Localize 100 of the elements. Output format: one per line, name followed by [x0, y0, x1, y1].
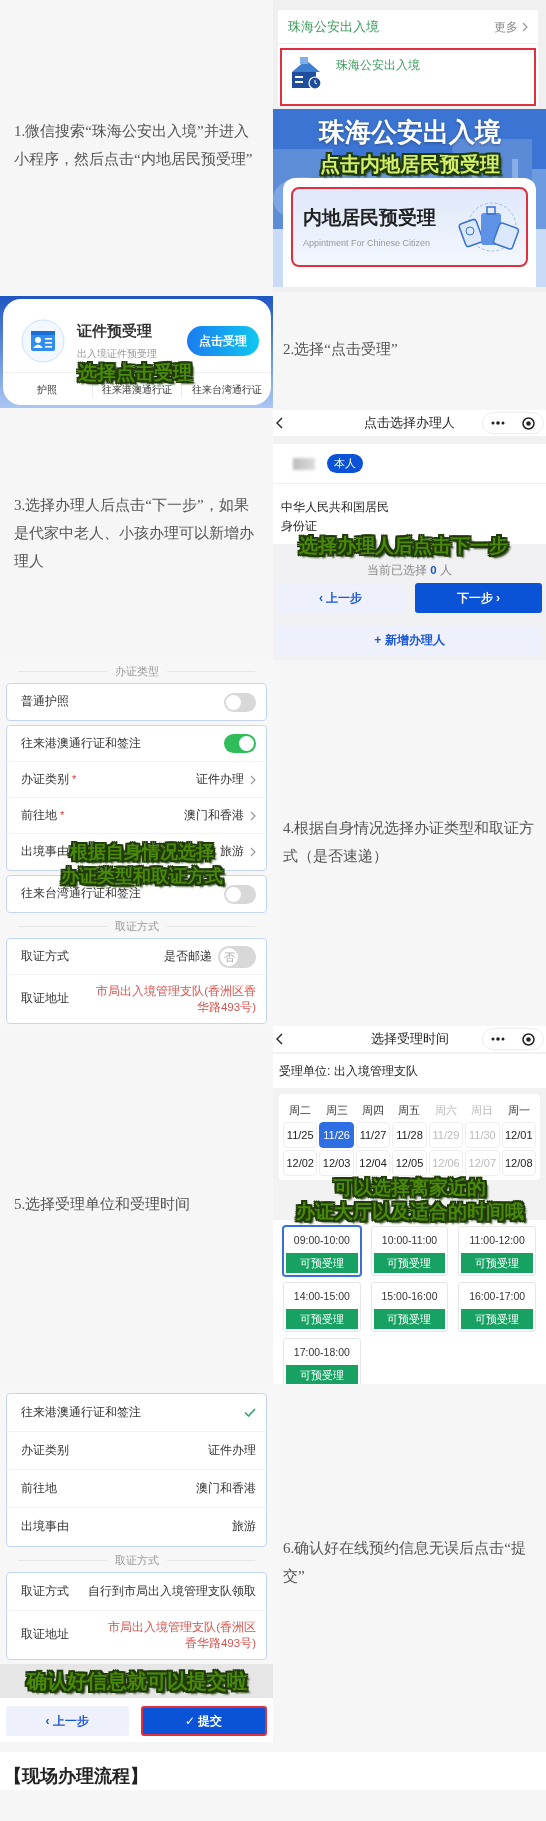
- slot-time: 15:00-16:00: [380, 1288, 439, 1304]
- time-slot[interactable]: 14:00-15:00 可预受理: [283, 1281, 361, 1332]
- caption-text: 根据自身情况选择: [70, 843, 214, 863]
- back-icon[interactable]: [275, 1033, 283, 1045]
- chevron-right-icon: [250, 847, 256, 857]
- field-value: 旅游: [232, 1519, 256, 1535]
- step-description: 4.根据自身情况选择办证类型和取证方式（是否速递）: [283, 819, 536, 866]
- select-field[interactable]: 证件办理: [196, 770, 256, 789]
- previous-button[interactable]: ‹ 上一步: [6, 1706, 129, 1736]
- self-tag: 本人: [327, 453, 363, 474]
- field-value: 证件办理: [208, 1442, 256, 1458]
- date-cell[interactable]: 12/01: [501, 1121, 536, 1148]
- card-subtitle: Appintment For Chinese Citizen: [303, 236, 432, 250]
- add-applicant-button[interactable]: + 新增办理人: [277, 624, 542, 655]
- date-cell[interactable]: 12/05: [392, 1149, 427, 1176]
- step-description: 5.选择受理单位和受理时间: [14, 1195, 191, 1215]
- date-cell[interactable]: 11/26: [319, 1121, 354, 1148]
- field-value: 澳门和香港: [196, 1480, 256, 1496]
- toggle-switch[interactable]: [224, 734, 256, 753]
- time-slot[interactable]: 10:00-11:00 可预受理: [370, 1225, 449, 1276]
- field-label: 办证类别: [21, 771, 69, 787]
- slot-time: 10:00-11:00: [380, 1232, 439, 1248]
- field-label: 往来港澳通行证和签注: [21, 1404, 141, 1420]
- caption-text: 办证类型和取证方式: [61, 867, 223, 887]
- slot-time: 14:00-15:00: [292, 1288, 351, 1304]
- slot-time: 16:00-17:00: [468, 1288, 527, 1304]
- toggle-switch[interactable]: [224, 884, 256, 904]
- unit-label: 受理单位: 出入境管理支队: [273, 1054, 546, 1088]
- search-result[interactable]: 珠海公安出入境: [280, 48, 536, 106]
- step-description: 3.选择办理人后点击“下一步”，如果是代家中老人、小孩办理可以新增办理人: [14, 496, 255, 571]
- chevron-right-icon: [250, 774, 256, 785]
- select-field[interactable]: 澳门和香港: [184, 806, 256, 825]
- weekday-label: 周四: [361, 1103, 386, 1118]
- weekday-label: 周六: [433, 1103, 458, 1118]
- field-label: 取证地址: [21, 991, 69, 1007]
- section-title: 珠海公安出入境: [288, 17, 379, 36]
- service-subtitle: 出入境证件预受理: [77, 346, 157, 361]
- date-cell[interactable]: 12/03: [319, 1149, 354, 1176]
- weekday-label: 周五: [397, 1103, 422, 1118]
- caption-text: 办证大厅以及适合的时间哦: [295, 1201, 524, 1223]
- service-card[interactable]: 内地居民预受理 Appintment For Chinese Citizen: [291, 187, 528, 267]
- card-title: 内地居民预受理: [303, 206, 436, 230]
- more-icon[interactable]: [491, 421, 506, 425]
- result-name[interactable]: 珠海公安出入境: [336, 56, 420, 98]
- previous-button[interactable]: ‹ 上一步: [277, 582, 405, 613]
- time-slot[interactable]: 15:00-16:00 可预受理: [370, 1281, 449, 1332]
- back-icon[interactable]: [275, 417, 283, 429]
- slot-time: 09:00-10:00: [292, 1232, 351, 1248]
- step-description: 1.微信搜索“珠海公安出入境”并进入小程序，然后点击“内地居民预受理”: [14, 122, 254, 169]
- slot-status: 可预受理: [461, 1308, 533, 1329]
- date-cell[interactable]: 11/27: [355, 1121, 391, 1148]
- slot-status: 可预受理: [286, 1364, 358, 1384]
- field-label: 前往地: [21, 807, 57, 823]
- more-link[interactable]: 更多: [494, 17, 528, 36]
- section-title: 办证类型: [114, 663, 159, 679]
- select-field[interactable]: 旅游: [220, 843, 256, 861]
- page-title: 选择受理时间: [370, 1030, 449, 1048]
- id-card-icon: [21, 318, 65, 363]
- banner-title: 珠海公安出入境: [317, 116, 502, 149]
- section-title: 取证方式: [114, 918, 159, 934]
- field-label: 前往地: [21, 1480, 57, 1496]
- slot-status: 可预受理: [461, 1252, 533, 1273]
- page-title: 点击选择办理人: [364, 414, 455, 432]
- slot-time: 17:00-18:00: [292, 1344, 351, 1360]
- menu-capsule[interactable]: [482, 1028, 544, 1050]
- caption-text: 确认好信息就可以提交啦: [26, 1670, 247, 1692]
- weekday-label: 周一: [506, 1103, 531, 1118]
- chevron-right-icon: [250, 810, 256, 821]
- slot-time: 11:00-12:00: [468, 1232, 526, 1248]
- menu-capsule[interactable]: [482, 412, 544, 434]
- field-label: 往来台湾通行证和签注: [21, 886, 141, 902]
- submit-button[interactable]: ✓ 提交: [140, 1706, 267, 1736]
- next-button[interactable]: 下一步 ›: [414, 582, 542, 613]
- building-icon: [290, 56, 322, 90]
- service-title: 证件预受理: [77, 321, 153, 342]
- date-cell[interactable]: 12/02: [283, 1149, 318, 1176]
- toggle-switch[interactable]: [224, 692, 256, 712]
- more-icon[interactable]: [491, 1037, 506, 1041]
- blurred-name: [293, 457, 315, 470]
- chevron-right-icon: [522, 21, 528, 32]
- date-cell[interactable]: 11/28: [392, 1121, 427, 1148]
- field-label: 往来港澳通行证和签注: [21, 735, 141, 751]
- slot-status: 可预受理: [373, 1252, 446, 1273]
- time-slot[interactable]: 11:00-12:00 可预受理: [458, 1225, 536, 1276]
- step-description: 6.确认好在线预约信息无误后点击“提交”: [283, 1539, 527, 1586]
- field-label: 取证方式: [21, 948, 69, 964]
- date-cell[interactable]: 12/08: [501, 1149, 536, 1176]
- slot-status: 可预受理: [373, 1308, 446, 1329]
- weekday-label: 周日: [470, 1103, 495, 1118]
- caption-text: 选择办理人后点击下一步: [299, 536, 508, 557]
- luggage-drawing: [458, 201, 520, 253]
- date-cell[interactable]: 12/04: [355, 1149, 391, 1176]
- section-heading: 【现场办理流程】: [4, 1766, 148, 1788]
- field-value: 自行到市局出入境管理支队领取: [88, 1583, 256, 1599]
- time-slot[interactable]: 09:00-10:00 可预受理: [283, 1225, 361, 1276]
- address-text: 市局出入境管理支队(香洲区香华路493号): [96, 983, 256, 1015]
- date-cell[interactable]: 11/25: [283, 1121, 318, 1148]
- time-slot[interactable]: 17:00-18:00 可预受理: [283, 1337, 361, 1384]
- required-mark: *: [72, 772, 77, 788]
- time-slot[interactable]: 16:00-17:00 可预受理: [458, 1281, 536, 1332]
